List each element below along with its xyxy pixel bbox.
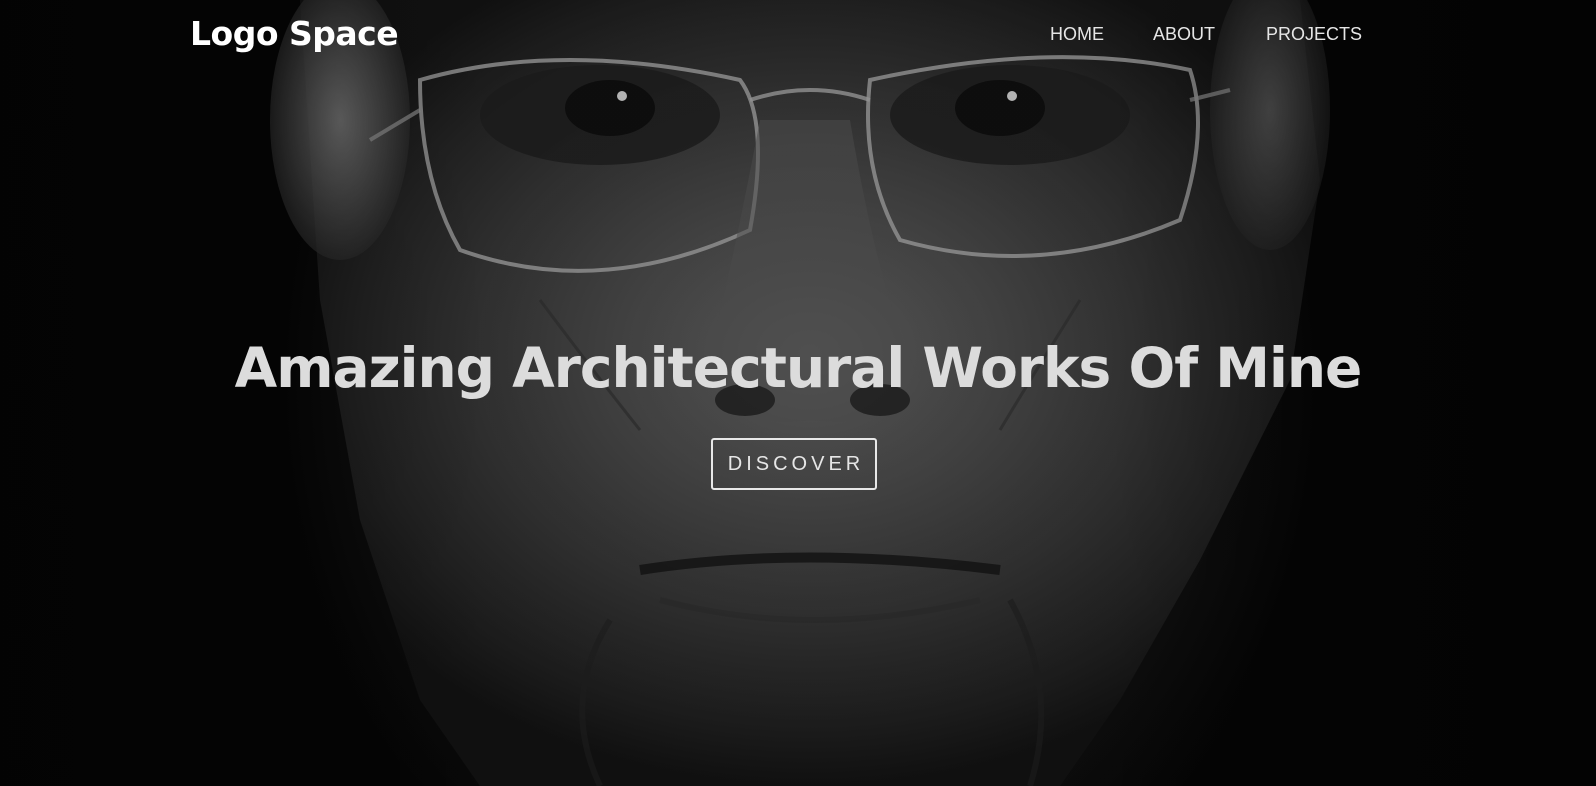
nav-item-about[interactable]: ABOUT — [1153, 24, 1215, 45]
hero-headline: Amazing Architectural Works Of Mine — [234, 336, 1363, 400]
nav-item-projects[interactable]: PROJECTS — [1266, 24, 1362, 45]
navbar: Logo Space HOME ABOUT PROJECTS — [0, 0, 1596, 72]
hero-section: Logo Space HOME ABOUT PROJECTS Amazing A… — [0, 0, 1596, 786]
discover-button[interactable]: DISCOVER — [711, 438, 877, 490]
logo[interactable]: Logo Space — [190, 14, 399, 53]
nav-item-home[interactable]: HOME — [1050, 24, 1104, 45]
